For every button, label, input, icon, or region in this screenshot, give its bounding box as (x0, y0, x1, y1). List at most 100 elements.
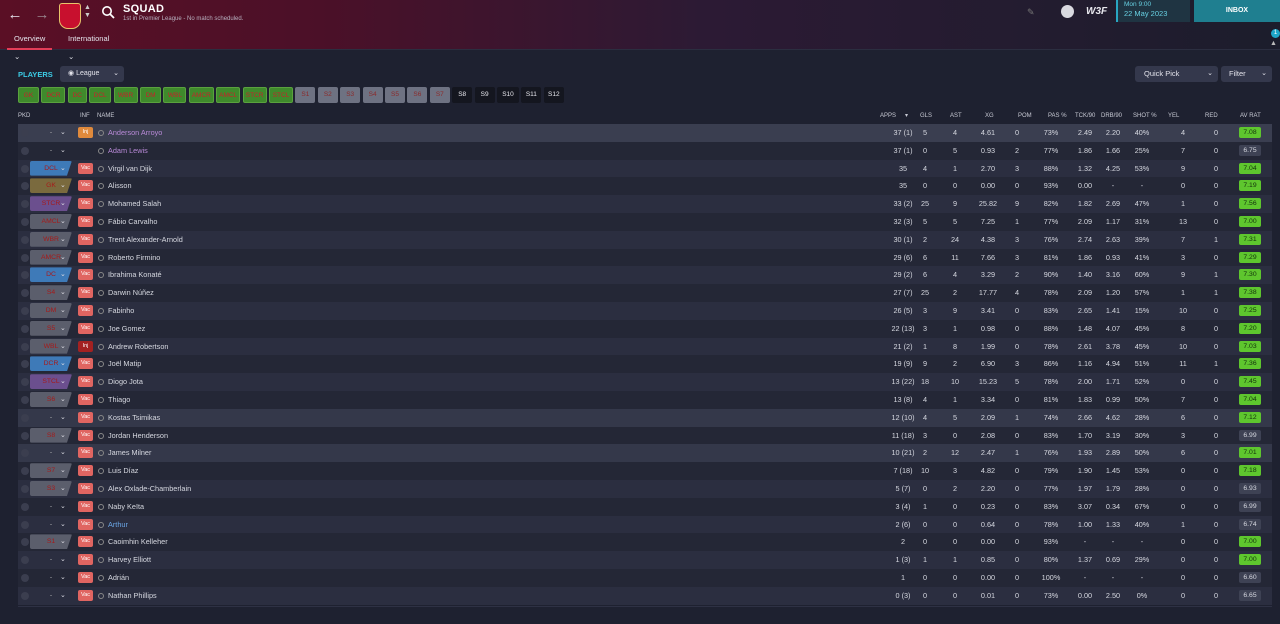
table-row[interactable]: - ⌄ Vac Arthur 2 (6) 0 0 0.64 0 78% 1.00 1.33 40% 1 0 6… (18, 515, 1272, 534)
chevron-down-icon[interactable]: ⌄ (60, 320, 66, 337)
player-name-text[interactable]: Alisson (108, 181, 132, 190)
player-name-text[interactable]: Trent Alexander-Arnold (108, 235, 183, 244)
table-row[interactable]: S3 ⌄ Vac Alex Oxlade-Chamberlain 5 (7) 0 2 2.20… (18, 480, 1272, 498)
chevron-down-icon[interactable]: ⌄ (60, 551, 66, 568)
tab-international[interactable]: International ⌄ (61, 30, 116, 61)
search-icon[interactable] (101, 5, 115, 19)
position-chip-s4[interactable]: S4 (362, 87, 383, 103)
chevron-down-icon[interactable]: ⌄ (60, 444, 66, 461)
player-name[interactable]: Virgil van Dijk (98, 160, 152, 178)
chevron-down-icon[interactable]: ⌄ (60, 587, 66, 604)
chevron-down-icon[interactable]: ⌄ (60, 124, 66, 141)
player-name[interactable]: Alisson (98, 177, 132, 195)
column-header-pas-[interactable]: PAS % (1048, 111, 1067, 121)
player-name-text[interactable]: Joe Gomez (108, 324, 145, 333)
position-chip-s7[interactable]: S7 (429, 87, 450, 103)
table-row[interactable]: DCL ⌄ Vac Virgil van Dijk 35 4 1 2.70 3 88% 1.32 4.… (18, 159, 1272, 178)
chevron-down-icon[interactable]: ⌄ (60, 462, 66, 479)
player-name[interactable]: Diogo Jota (98, 373, 143, 391)
chevron-down-icon[interactable]: ⌄ (60, 338, 66, 355)
player-name[interactable]: Luis Díaz (98, 462, 138, 480)
column-header-av-rat[interactable]: AV RAT (1240, 111, 1261, 121)
player-name[interactable]: Joël Matip (98, 355, 141, 373)
table-row[interactable]: - ⌄ Vac Nathan Phillips 0 (3) 0 0 0.01 0 73% 0.00 2… (18, 586, 1272, 605)
table-row[interactable]: - ⌄ Inj Anderson Arroyo 37 (1) 5 4 4.61 0 73% 2.49… (18, 124, 1272, 142)
player-name-text[interactable]: Diogo Jota (108, 377, 143, 386)
player-name[interactable]: Roberto Firmino (98, 249, 160, 267)
pick-toggle[interactable] (21, 182, 29, 191)
player-name-text[interactable]: Andrew Robertson (108, 342, 168, 351)
pick-toggle[interactable] (21, 485, 29, 493)
player-name-text[interactable]: Arthur (108, 520, 128, 529)
player-name[interactable]: Mohamed Salah (98, 195, 161, 213)
player-name-text[interactable]: Fábio Carvalho (108, 217, 157, 226)
position-chip-s3[interactable]: S3 (340, 87, 361, 103)
player-name[interactable]: Harvey Elliott (98, 551, 151, 569)
player-name-text[interactable]: Nathan Phillips (108, 591, 157, 600)
pick-toggle[interactable] (21, 235, 29, 244)
player-name-text[interactable]: Roberto Firmino (108, 253, 160, 262)
chevron-down-icon[interactable]: ⌄ (60, 302, 66, 319)
table-row[interactable]: AMCR ⌄ Vac Roberto Firmino 29 (6) 6 11 7.66 3 81%… (18, 248, 1272, 267)
pick-toggle[interactable] (21, 146, 29, 155)
player-name[interactable]: Caoimhin Kelleher (98, 533, 168, 551)
chevron-down-icon[interactable]: ⌄ (60, 142, 66, 159)
player-name-text[interactable]: Adrián (108, 573, 129, 582)
player-name[interactable]: Nathan Phillips (98, 587, 157, 605)
table-row[interactable]: WBR ⌄ Vac Trent Alexander-Arnold 30 (1) 2 24 4.… (18, 230, 1272, 249)
table-row[interactable]: - ⌄ Vac Adrián 1 0 0 0.00 0 100% - - -0 0 6.60 (18, 569, 1272, 587)
column-header-pom[interactable]: POM (1018, 111, 1032, 121)
chevron-down-icon[interactable]: ⌄ (60, 213, 66, 230)
table-row[interactable]: S8 ⌄ Vac Jordan Henderson 11 (18) 3 0 2.08 0 83% 1… (18, 426, 1272, 445)
pick-toggle[interactable] (21, 218, 29, 226)
manager-avatar[interactable] (1061, 5, 1074, 18)
chevron-down-icon[interactable]: ⌄ (60, 427, 66, 444)
column-header-red[interactable]: RED (1205, 111, 1218, 121)
position-chip-s8[interactable]: S8 (452, 87, 473, 103)
position-chip-s2[interactable]: S2 (317, 87, 338, 103)
pick-toggle[interactable] (21, 520, 29, 529)
player-name[interactable]: James Milner (98, 444, 151, 462)
player-name-text[interactable]: Kostas Tsimikas (108, 413, 160, 422)
pick-toggle[interactable] (21, 502, 29, 511)
pick-toggle[interactable] (21, 360, 29, 369)
table-row[interactable]: STCL ⌄ Vac Diogo Jota 13 (22) 18 10 15.23 5 78% 2.… (18, 373, 1272, 391)
player-name-text[interactable]: Adam Lewis (108, 146, 148, 155)
column-header-name[interactable]: NAME (97, 111, 114, 121)
pick-toggle[interactable] (21, 449, 29, 458)
chevron-down-icon[interactable]: ⌄ (60, 373, 66, 390)
player-name-text[interactable]: Alex Oxlade-Chamberlain (108, 484, 191, 493)
table-row[interactable]: DC ⌄ Vac Ibrahima Konaté 29 (2) 6 4 3.29 2 90% 1.4… (18, 266, 1272, 285)
player-name[interactable]: Ibrahima Konaté (98, 266, 162, 284)
table-row[interactable]: S4 ⌄ Vac Darwin Núñez 27 (7) 25 2 17.77 4 78% 2.09… (18, 284, 1272, 302)
player-name[interactable]: Andrew Robertson (98, 338, 168, 356)
column-header-ast[interactable]: AST (950, 111, 962, 121)
back-arrow-icon[interactable]: ← (6, 6, 24, 24)
player-name[interactable]: Fábio Carvalho (98, 213, 157, 231)
position-chip-wbl[interactable]: WBL (163, 87, 187, 103)
column-header-tck-90[interactable]: TCK/90 (1075, 111, 1095, 121)
player-name-text[interactable]: Anderson Arroyo (108, 128, 162, 137)
league-dropdown[interactable]: ◉ League ⌄ (60, 66, 124, 82)
column-header-gls[interactable]: GLS (920, 111, 932, 121)
player-name[interactable]: Arthur (98, 516, 128, 534)
chevron-down-icon[interactable]: ⌄ (60, 160, 66, 177)
table-row[interactable]: DM ⌄ Vac Fabinho 26 (5) 3 9 3.41 0 83% 2.65 1.41 15%… (18, 302, 1272, 320)
table-row[interactable]: - ⌄ Adam Lewis 37 (1) 0 5 0.93 2 77% 1.86 1.66 25% 7… (18, 141, 1272, 160)
player-name-text[interactable]: Thiago (108, 395, 130, 404)
chevron-down-icon[interactable]: ⌄ (60, 498, 66, 515)
pick-toggle[interactable] (21, 342, 29, 351)
table-row[interactable]: S5 ⌄ Vac Joe Gomez 22 (13) 3 1 0.98 0 88% 1.48 4.07… (18, 319, 1272, 338)
position-chip-s1[interactable]: S1 (295, 87, 316, 103)
column-header-pkd[interactable]: PKD (18, 111, 30, 121)
position-chip-s9[interactable]: S9 (474, 87, 495, 103)
player-name-text[interactable]: Joël Matip (108, 359, 141, 368)
table-row[interactable]: STCR ⌄ Vac Mohamed Salah 33 (2) 25 9 25.82 9 82% 1… (18, 195, 1272, 213)
pick-toggle[interactable] (21, 556, 29, 565)
player-name[interactable]: Adam Lewis (98, 142, 148, 160)
player-name-text[interactable]: Ibrahima Konaté (108, 270, 162, 279)
pick-toggle[interactable] (21, 396, 29, 404)
table-row[interactable]: S6 ⌄ Vac Thiago 13 (8) 4 1 3.34 0 81% 1.83 0.99 50% 7… (18, 391, 1272, 409)
filter-button[interactable]: Filter ⌄ (1221, 66, 1272, 82)
table-row[interactable]: DCR ⌄ Vac Joël Matip 19 (9) 9 2 6.90 3 86% 1.16 4.9… (18, 355, 1272, 374)
